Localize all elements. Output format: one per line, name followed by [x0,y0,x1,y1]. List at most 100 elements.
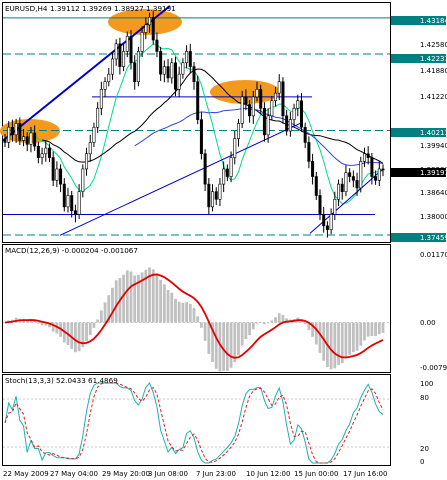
candle-body [140,32,144,52]
candle-body [214,191,218,200]
macd-histogram-bar [229,322,233,368]
candle-body [181,62,185,75]
candle-body [196,81,200,120]
macd-histogram-bar [240,322,244,346]
macd-histogram-bar [270,320,274,323]
candle-body [188,51,192,67]
macd-histogram-bar [196,316,200,323]
candle-body [170,62,174,79]
macd-histogram-bar [351,322,355,353]
candle-body [329,214,333,230]
macd-histogram-bar [233,322,237,363]
candle-body [370,157,374,177]
candle-body [211,191,215,208]
price-panel[interactable] [2,2,391,243]
candle-body [133,62,137,83]
chart-symbol: EURUSD,H4 [5,4,48,13]
price-tick: 1.42231 [420,55,447,63]
macd-histogram-bar [363,322,366,341]
macd-histogram-bar [166,290,170,323]
candle-body [325,225,329,230]
macd-histogram-bar [329,322,333,370]
macd-histogram-bar [374,322,377,337]
candle-body [374,176,378,181]
macd-histogram-bar [133,275,137,323]
candle-body [318,195,322,215]
trading-chart[interactable]: EURUSD,H4 1.39112 1.39269 1.38927 1.3919… [0,0,447,480]
candle-body [81,168,85,193]
macd-histogram-bar [251,322,255,330]
candle-body [129,35,133,64]
candle-body [314,176,318,196]
candle-body [355,180,359,189]
macd-histogram-bar [162,284,166,323]
candle-body [185,51,189,64]
candle-body [51,157,55,181]
candle-body [351,176,355,181]
candle-body [118,43,122,67]
candle-body [29,132,33,145]
macd-histogram-bar [181,302,185,323]
macd-histogram-bar [333,322,337,369]
stoch-header: Stoch(13,3,3) 52.0433 61.4869 [5,376,118,385]
macd-header: MACD(12,26,9) -0.000204 -0.001067 [5,246,138,255]
macd-histogram-bar [192,307,196,323]
macd-histogram-bar [155,273,159,323]
candle-body [125,35,129,52]
macd-histogram-bar [40,322,44,326]
macd-histogram-bar [96,319,100,323]
candle-body [218,183,222,200]
macd-histogram-bar [344,322,348,359]
candle-body [274,92,278,101]
macd-tick: 0.01170 [420,251,447,259]
candle-body [122,51,126,67]
candle-body [7,126,11,143]
candle-body [203,153,207,185]
candle-body [311,161,315,177]
candle-body [162,66,166,75]
macd-histogram-bar [277,313,281,323]
macd-histogram-bar [281,314,285,323]
candle-body [240,96,244,124]
macd-histogram-bar [370,322,374,337]
macd-histogram-bar [214,322,218,369]
macd-histogram-bar [348,322,352,355]
macd-histogram-bar [177,301,181,323]
macd-histogram-bar [203,322,207,341]
candle-body [22,136,26,141]
candle-body [96,107,100,128]
time-label: 29 May 20:00 [102,470,150,478]
candle-body [333,198,337,215]
macd-histogram-bar [274,317,277,323]
macd-histogram-bar [188,304,192,323]
candle-body [173,62,177,90]
macd-histogram-bar [266,322,270,324]
stoch-panel[interactable] [2,374,391,466]
candle-body [70,195,74,211]
stoch-axis: 100 80 20 0 [420,380,433,466]
macd-histogram-bar [129,271,133,323]
macd-histogram-bar [207,322,211,355]
macd-histogram-bar [222,322,226,371]
candle-body [103,81,107,90]
macd-histogram-bar [255,322,259,324]
candle-body [296,100,300,109]
candle-body [192,66,196,83]
candle-body [270,100,274,117]
macd-histogram-bar [111,287,114,323]
macd-histogram-bar [377,322,381,335]
candle-body [307,142,311,162]
candle-body [62,183,66,208]
time-label: 3 Jun 08:00 [148,470,188,478]
price-tick: 1.41220 [420,93,447,101]
macd-histogram-bar [318,322,322,353]
candle-body [255,89,259,98]
macd-histogram-bar [381,322,385,333]
candle-body [262,107,266,136]
candle-body [66,195,70,208]
current-price: 1.39191 [420,169,447,177]
candle-body [14,123,18,136]
stoch-tick: 80 [420,394,429,402]
candle-body [236,123,240,139]
candle-body [73,210,77,215]
